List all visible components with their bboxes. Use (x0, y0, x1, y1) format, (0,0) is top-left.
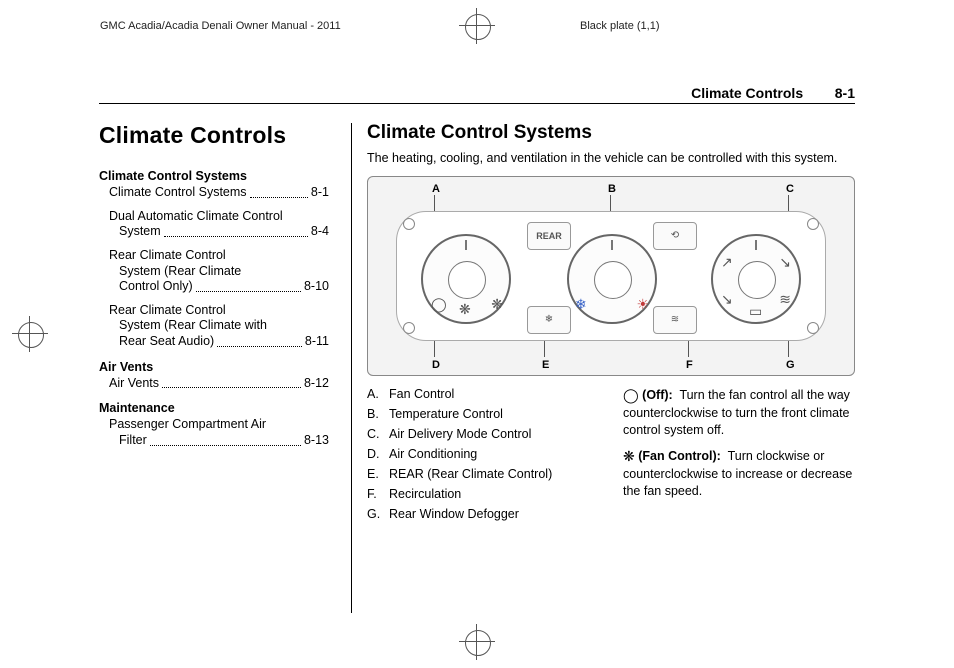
lower-columns: A.Fan Control B.Temperature Control C.Ai… (367, 386, 855, 525)
description-column: ◯ (Off): Turn the fan control all the wa… (623, 386, 855, 525)
off-label: (Off): (642, 388, 673, 402)
header-rule (99, 103, 855, 104)
registration-mark-icon (459, 624, 495, 660)
recirc-button-icon: ⟲ (653, 222, 697, 250)
fan-dial-icon: ◯❋❋ (421, 234, 511, 324)
ac-button-icon: ❄ (527, 306, 571, 334)
legend-item: B.Temperature Control (367, 406, 599, 423)
callout-leader (610, 195, 611, 211)
intro-paragraph: The heating, cooling, and ventilation in… (367, 150, 855, 166)
screw-icon (807, 322, 819, 334)
legend-item: E.REAR (Rear Climate Control) (367, 466, 599, 483)
toc-entry-line: Rear Climate Control (99, 248, 329, 264)
callout-label: F (684, 359, 695, 371)
callout-label: E (540, 359, 551, 371)
callout-label: C (784, 183, 796, 195)
body-column: Climate Control Systems The heating, coo… (367, 120, 855, 525)
column-divider (351, 123, 352, 613)
legend-item: C.Air Delivery Mode Control (367, 426, 599, 443)
registration-mark-icon (12, 316, 48, 352)
toc-entry: System 8-4 (99, 224, 329, 240)
callout-leader (688, 341, 689, 357)
mode-dial-icon: ↗↘ ↘≋ ▭ (711, 234, 801, 324)
legend-item: A.Fan Control (367, 386, 599, 403)
callout-leader (434, 341, 435, 357)
header-left: GMC Acadia/Acadia Denali Owner Manual - … (100, 20, 341, 32)
header-right: Black plate (1,1) (580, 20, 659, 32)
callout-leader (788, 195, 789, 211)
toc-group-head: Maintenance (99, 401, 329, 415)
callout-leader (544, 341, 545, 357)
legend-item: F.Recirculation (367, 486, 599, 503)
toc-entry: Control Only) 8-10 (99, 279, 329, 295)
callout-label: G (784, 359, 797, 371)
running-head: Climate Controls 8-1 (691, 85, 855, 101)
toc-entry: Rear Seat Audio) 8-11 (99, 334, 329, 350)
off-description: ◯ (Off): Turn the fan control all the wa… (623, 386, 855, 439)
toc-entry-line: System (Rear Climate (99, 264, 329, 280)
fan-icon: ❋ (623, 448, 635, 464)
section-title: Climate Control Systems (367, 122, 855, 144)
screw-icon (403, 322, 415, 334)
chapter-title: Climate Controls (99, 122, 329, 149)
toc-group-head: Climate Control Systems (99, 169, 329, 183)
legend-item: G.Rear Window Defogger (367, 506, 599, 523)
screw-icon (403, 218, 415, 230)
toc-entry-line: System (Rear Climate with (99, 318, 329, 334)
running-title: Climate Controls (691, 85, 803, 101)
content-area: Climate Controls Climate Control Systems… (99, 120, 855, 620)
callout-leader (434, 195, 435, 211)
callout-label: A (430, 183, 442, 195)
toc-entry: Air Vents 8-12 (99, 376, 329, 392)
toc-group-head: Air Vents (99, 360, 329, 374)
toc-entry-line: Dual Automatic Climate Control (99, 209, 329, 225)
panel-bezel: ◯❋❋ ❄☀ ↗↘ ↘≋ ▭ REAR ❄ ⟲ ≋ (396, 211, 826, 341)
legend-item: D.Air Conditioning (367, 446, 599, 463)
fan-description: ❋ (Fan Control): Turn clockwise or count… (623, 447, 855, 500)
running-page: 8-1 (807, 85, 855, 101)
callout-leader (788, 341, 789, 357)
temperature-dial-icon: ❄☀ (567, 234, 657, 324)
rear-button-icon: REAR (527, 222, 571, 250)
climate-panel-figure: ◯❋❋ ❄☀ ↗↘ ↘≋ ▭ REAR ❄ ⟲ ≋ (367, 176, 855, 376)
off-icon: ◯ (623, 387, 639, 403)
callout-label: D (430, 359, 442, 371)
legend-column: A.Fan Control B.Temperature Control C.Ai… (367, 386, 599, 525)
toc-entry: Climate Control Systems 8-1 (99, 185, 329, 201)
callout-label: B (606, 183, 618, 195)
fan-label: (Fan Control): (638, 449, 721, 463)
toc-entry: Filter 8-13 (99, 433, 329, 449)
toc-entry-line: Passenger Compartment Air (99, 417, 329, 433)
registration-mark-icon (459, 8, 495, 44)
toc-entry-line: Rear Climate Control (99, 303, 329, 319)
screw-icon (807, 218, 819, 230)
manual-page: GMC Acadia/Acadia Denali Owner Manual - … (0, 0, 954, 668)
defog-button-icon: ≋ (653, 306, 697, 334)
toc-column: Climate Controls Climate Control Systems… (99, 120, 341, 457)
